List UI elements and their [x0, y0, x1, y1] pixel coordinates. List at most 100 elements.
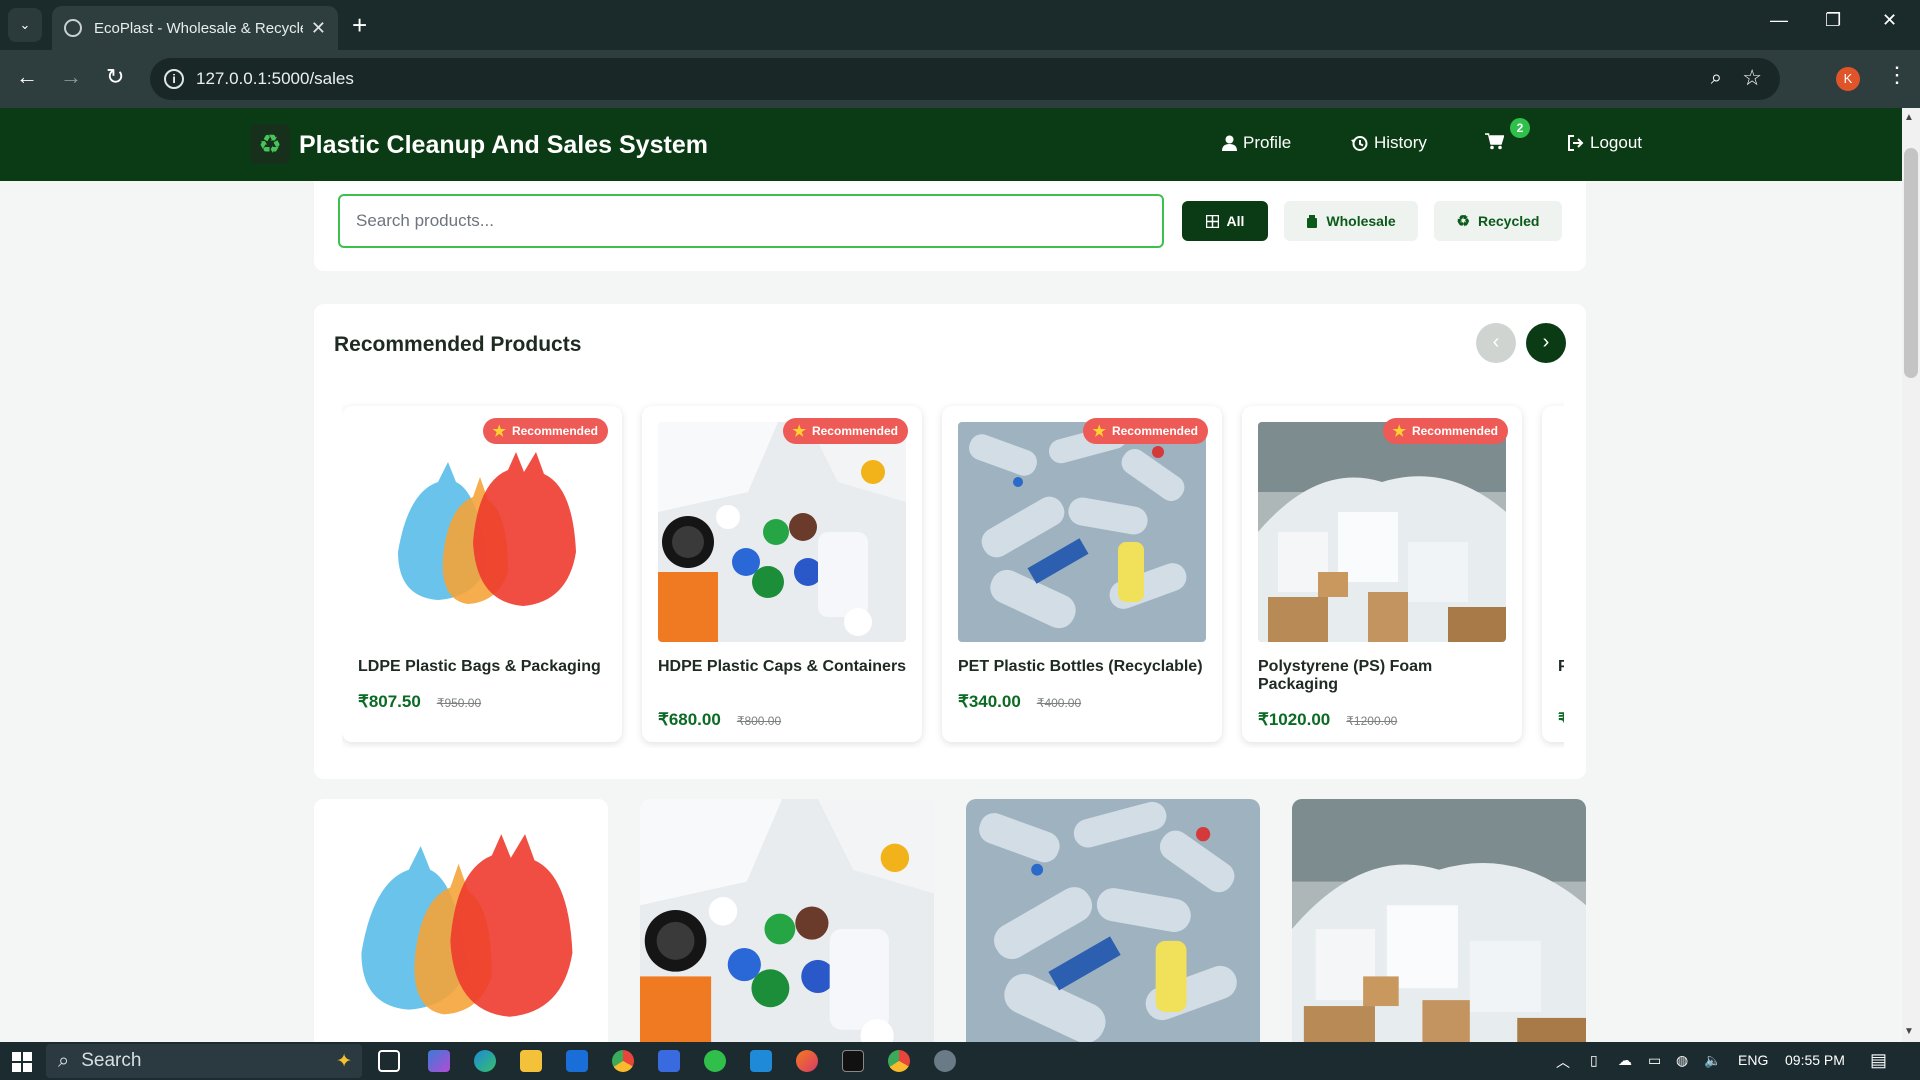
search-panel: All Wholesale ♻ Recycled	[314, 181, 1586, 271]
scroll-down-arrow[interactable]: ▼	[1904, 1026, 1914, 1037]
filter-all-label: All	[1226, 213, 1245, 229]
store-icon	[1307, 214, 1318, 228]
product-card[interactable]: ★ Recommended HDPE Plastic Caps & Contain…	[642, 406, 922, 742]
bookmark-star-icon[interactable]: ☆	[1742, 65, 1762, 91]
product-name: PET Plastic Bottles (Recyclable)	[958, 658, 1203, 675]
product-card[interactable]: ★ Recommended PET Plastic Bottles (Recycl…	[942, 406, 1222, 742]
volume-icon[interactable]: 🔈	[1704, 1052, 1721, 1069]
scrollbar-thumb[interactable]	[1904, 148, 1918, 378]
store-icon[interactable]	[658, 1050, 680, 1072]
grid-product-card[interactable]	[1292, 799, 1586, 1042]
product-price: ₹807.50	[358, 692, 421, 711]
scroll-up-arrow[interactable]: ▲	[1904, 112, 1914, 123]
nav-profile-label: Profile	[1243, 133, 1292, 152]
star-icon: ★	[492, 423, 506, 440]
firefox-icon[interactable]	[796, 1050, 818, 1072]
copilot-icon[interactable]	[428, 1050, 450, 1072]
app-icon[interactable]	[934, 1050, 956, 1072]
nav-history-link[interactable]: History	[1351, 133, 1427, 153]
notification-icon[interactable]: ▤	[1870, 1050, 1887, 1071]
chrome-active-icon[interactable]	[888, 1050, 910, 1072]
product-old-price: ₹1200.00	[1346, 714, 1398, 728]
nav-profile-link[interactable]: Profile	[1222, 133, 1291, 153]
tab-title: EcoPlast - Wholesale & Recycle	[94, 19, 303, 37]
nav-logout-label: Logout	[1590, 133, 1642, 152]
minimize-button[interactable]: —	[1770, 10, 1788, 31]
battery-icon[interactable]: ▭	[1648, 1052, 1661, 1069]
browser-tab[interactable]: EcoPlast - Wholesale & Recycle ✕	[52, 6, 338, 50]
product-search-input[interactable]	[338, 194, 1164, 248]
product-price-row: ₹1020.00 ₹1200.00	[1258, 710, 1397, 730]
site-header: ♻ Plastic Cleanup And Sales System Profi…	[0, 108, 1902, 181]
filter-wholesale-button[interactable]: Wholesale	[1284, 201, 1418, 241]
product-image-plastic-bottles	[958, 422, 1206, 642]
clock[interactable]: 09:55 PM	[1785, 1052, 1845, 1068]
star-icon: ★	[1092, 423, 1106, 440]
filter-recycled-button[interactable]: ♻ Recycled	[1434, 201, 1562, 241]
product-price: ₹1020.00	[1258, 710, 1331, 729]
product-old-price: ₹400.00	[1036, 696, 1082, 710]
taskbar-search-label: Search	[81, 1050, 142, 1071]
logout-icon	[1568, 135, 1584, 151]
nav-cart-link[interactable]	[1485, 133, 1504, 150]
site-title[interactable]: Plastic Cleanup And Sales System	[299, 131, 708, 160]
product-card[interactable]: ★ Recommended Polystyrene (PS) Foam Packa…	[1242, 406, 1522, 742]
restore-button[interactable]: ❐	[1825, 10, 1841, 31]
product-price-row: ₹340.00 ₹400.00	[958, 692, 1081, 712]
history-icon	[1351, 135, 1368, 151]
vscode-icon[interactable]	[750, 1050, 772, 1072]
tray-device-icon[interactable]: ▯	[1590, 1052, 1598, 1069]
address-bar-row: ← → ↻ i 127.0.0.1:5000/sales ⌕ ☆ K ⋮	[0, 50, 1920, 108]
url-field[interactable]: i 127.0.0.1:5000/sales ⌕ ☆	[150, 58, 1780, 100]
zoom-icon[interactable]: ⌕	[1711, 67, 1722, 90]
terminal-icon[interactable]	[842, 1050, 864, 1072]
carousel-prev-button[interactable]: ‹	[1476, 323, 1516, 363]
forward-button[interactable]: →	[60, 64, 82, 90]
product-price: ₹680.00	[658, 710, 721, 729]
grid-product-card[interactable]	[966, 799, 1260, 1042]
browser-tab-bar: ⌄ EcoPlast - Wholesale & Recycle ✕ + — ❐…	[0, 0, 1920, 50]
product-card[interactable]: P C ₹	[1542, 406, 1564, 742]
product-name: LDPE Plastic Bags & Packaging	[358, 658, 601, 675]
product-price: ₹	[1558, 710, 1564, 729]
product-card[interactable]: ★ Recommended LDPE Plastic Bags & Packagi…	[342, 406, 622, 742]
file-explorer-icon[interactable]	[520, 1050, 542, 1072]
whatsapp-icon[interactable]	[704, 1050, 726, 1072]
grid-product-card[interactable]	[314, 799, 608, 1042]
product-price-row: ₹	[1558, 710, 1564, 730]
tab-search-dropdown[interactable]: ⌄	[8, 8, 42, 42]
filter-all-button[interactable]: All	[1182, 201, 1268, 241]
product-old-price: ₹800.00	[736, 714, 782, 728]
task-view-icon[interactable]	[378, 1050, 400, 1072]
back-button[interactable]: ←	[16, 64, 38, 90]
edge-icon[interactable]	[474, 1050, 496, 1072]
browser-profile-avatar[interactable]: K	[1836, 67, 1860, 91]
filter-wholesale-label: Wholesale	[1326, 213, 1396, 229]
product-image-plastic-caps	[640, 799, 934, 1042]
carousel-next-button[interactable]: ›	[1526, 323, 1566, 363]
close-window-button[interactable]: ✕	[1882, 10, 1897, 31]
product-price: ₹340.00	[958, 692, 1021, 711]
taskbar-search[interactable]: ⌕ Search ✦	[46, 1044, 362, 1078]
grid-product-card[interactable]	[640, 799, 934, 1042]
close-tab-icon[interactable]: ✕	[311, 18, 326, 39]
reload-button[interactable]: ↻	[106, 64, 124, 90]
recommended-carousel: ★ Recommended LDPE Plastic Bags & Packagi…	[342, 400, 1564, 748]
nav-logout-link[interactable]: Logout	[1568, 133, 1642, 153]
star-icon: ★	[1392, 423, 1406, 440]
product-name: Polystyrene (PS) Foam Packaging	[1258, 658, 1433, 693]
recycle-logo-icon[interactable]: ♻	[250, 124, 290, 164]
outlook-icon[interactable]	[566, 1050, 588, 1072]
new-tab-button[interactable]: +	[352, 10, 367, 40]
tray-chevron-icon[interactable]: ︿	[1556, 1052, 1570, 1072]
chrome-icon[interactable]	[612, 1050, 634, 1072]
language-indicator[interactable]: ENG	[1738, 1052, 1768, 1068]
recommended-badge: ★ Recommended	[782, 418, 908, 444]
product-name: HDPE Plastic Caps & Containers	[658, 658, 907, 675]
site-info-icon[interactable]: i	[164, 69, 184, 89]
browser-menu-icon[interactable]: ⋮	[1886, 62, 1908, 88]
windows-start-icon[interactable]	[12, 1052, 32, 1072]
product-image-foam-blocks	[1292, 799, 1586, 1042]
network-icon[interactable]: ◍	[1676, 1052, 1688, 1069]
onedrive-icon[interactable]: ☁	[1618, 1052, 1632, 1069]
